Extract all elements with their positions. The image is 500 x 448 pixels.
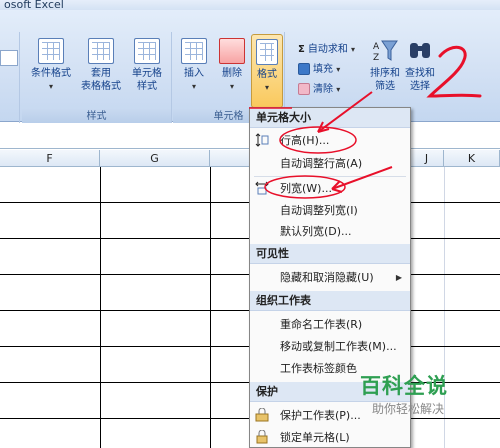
handwritten-number-2 xyxy=(426,45,482,98)
watermark-subtitle: 助你轻松解决 xyxy=(372,402,445,416)
watermark-title: 百科全说 xyxy=(360,374,448,398)
watermark-logo: 百科全说 助你轻松解决 xyxy=(338,362,500,424)
arrow-to-column-width xyxy=(331,166,393,190)
arrow-to-row-height xyxy=(317,91,373,133)
